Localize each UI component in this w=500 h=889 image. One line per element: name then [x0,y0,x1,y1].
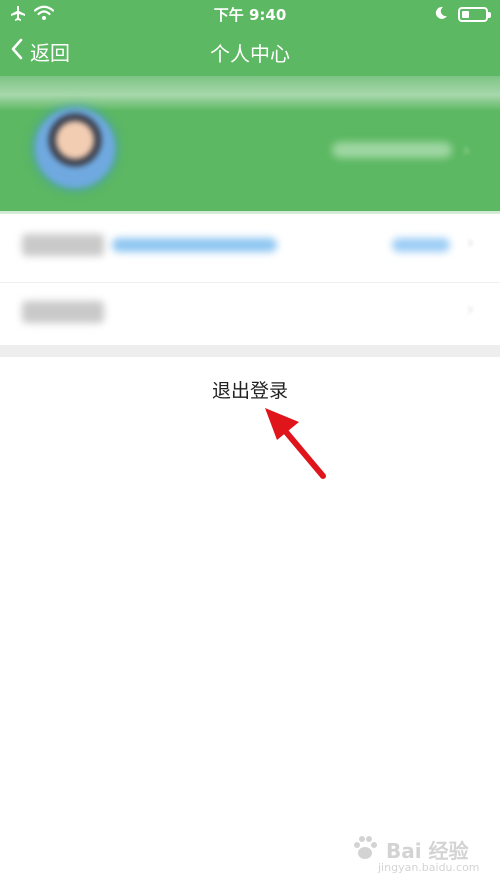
chevron-right-icon: › [466,232,474,253]
battery-fill [462,11,469,18]
logout-button[interactable]: 退出登录 [0,366,500,416]
watermark-brand: Bai 经验 [386,839,469,863]
avatar[interactable] [35,108,115,188]
list-item-email[interactable]: › [0,214,500,276]
status-right [434,5,491,24]
chevron-right-icon: › [466,299,474,320]
page-title: 个人中心 [210,42,290,66]
moon-icon [434,5,448,24]
paw-icon [354,836,377,859]
redacted-action-link[interactable] [392,238,450,252]
redacted-label [22,301,104,323]
status-time: 下午 9:40 [213,6,287,24]
chevron-right-icon: › [462,140,470,161]
baidu-watermark: Bai 经验 jingyan.baidu.com [350,831,480,879]
section-divider [0,345,500,357]
profile-header[interactable]: › [0,76,500,211]
status-bar: 下午 9:40 [0,0,500,26]
redacted-label [22,234,104,256]
battery-icon [458,7,491,22]
annotation-arrow-icon [265,408,326,479]
redacted-email-link[interactable] [112,238,277,252]
watermark-domain: jingyan.baidu.com [378,861,480,874]
nav-bar: 返回 个人中心 [0,26,500,76]
profile-redacted-text [332,142,452,158]
list-item-second[interactable]: › [0,282,500,344]
